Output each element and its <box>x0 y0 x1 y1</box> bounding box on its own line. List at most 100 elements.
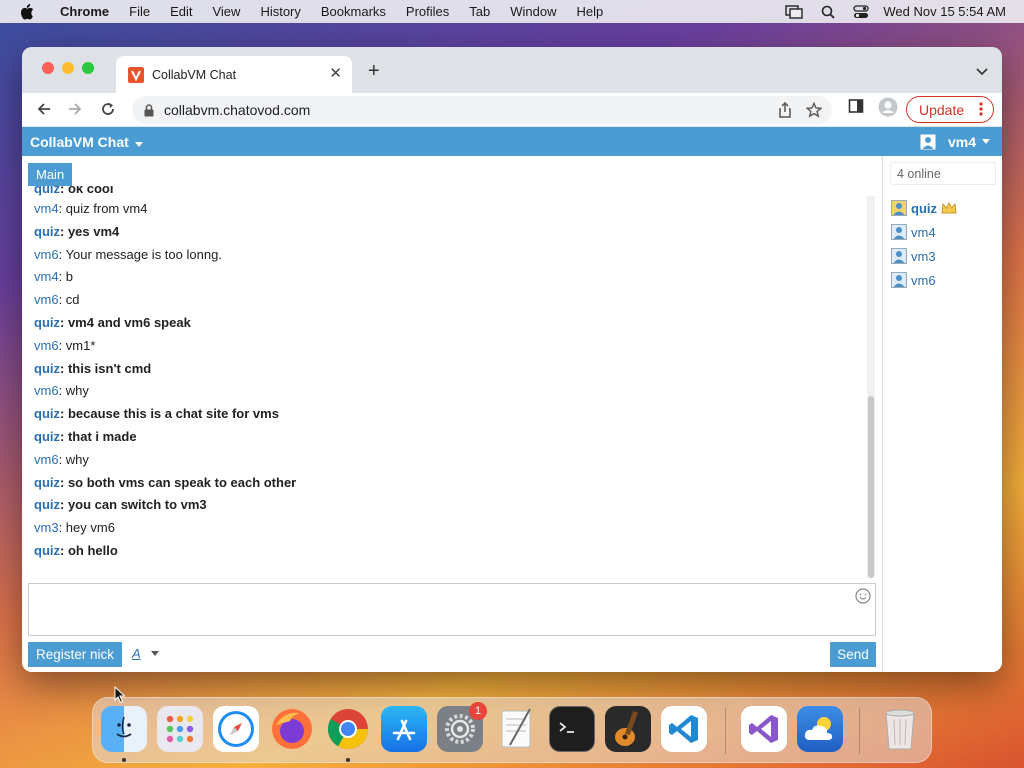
user-menu[interactable]: vm4 <box>920 127 990 156</box>
register-nick-button[interactable]: Register nick <box>28 642 123 667</box>
message-nick[interactable]: vm4 <box>34 201 59 216</box>
user-avatar-icon <box>891 200 907 216</box>
user-list-item[interactable]: vm4 <box>891 220 957 244</box>
send-button[interactable]: Send <box>830 642 876 667</box>
user-list-item[interactable]: vm6 <box>891 268 957 292</box>
message-nick[interactable]: quiz <box>34 475 60 490</box>
message-nick[interactable]: vm3 <box>34 520 59 535</box>
message-nick[interactable]: quiz <box>34 361 60 376</box>
close-window-button[interactable] <box>42 62 54 74</box>
search-icon[interactable] <box>821 5 836 19</box>
message-separator: : <box>58 201 66 216</box>
message-separator: : <box>60 428 68 444</box>
message-nick[interactable]: vm6 <box>34 452 59 467</box>
terminal-icon[interactable] <box>549 706 595 752</box>
user-list-item[interactable]: quiz <box>891 196 957 220</box>
firefox-icon[interactable] <box>269 706 315 752</box>
chat-message: vm6: why <box>34 380 864 403</box>
browser-tab-active[interactable]: CollabVM Chat ✕ <box>116 56 352 93</box>
vscode-icon[interactable] <box>661 706 707 752</box>
control-center-icon[interactable] <box>853 4 870 19</box>
message-nick[interactable]: quiz <box>34 406 60 421</box>
message-separator: : <box>58 520 66 536</box>
message-nick[interactable]: vm6 <box>34 247 59 262</box>
message-nick[interactable]: quiz <box>34 224 60 239</box>
menu-clock[interactable]: Wed Nov 15 5:54 AM <box>883 4 1006 19</box>
message-text: because this is a chat site for vms <box>67 406 279 422</box>
chat-message: quiz: yes vm4 <box>34 221 864 244</box>
message-separator: : <box>60 223 68 239</box>
trash-icon[interactable] <box>877 706 923 752</box>
zoom-window-button[interactable] <box>82 62 94 74</box>
lock-icon[interactable] <box>144 103 154 117</box>
emoji-icon[interactable] <box>855 588 871 604</box>
back-arrow-icon[interactable] <box>36 101 52 120</box>
menu-edit[interactable]: Edit <box>170 4 192 19</box>
message-text: you can switch to vm3 <box>67 497 207 513</box>
tab-strip: CollabVM Chat ✕ + <box>22 47 1002 93</box>
menu-bookmarks[interactable]: Bookmarks <box>321 4 386 19</box>
more-vert-icon[interactable] <box>979 101 983 120</box>
textedit-icon[interactable] <box>493 706 539 752</box>
message-separator: : <box>58 383 66 399</box>
chat-message: quiz: so both vms can speak to each othe… <box>34 472 864 495</box>
profile-avatar-icon[interactable] <box>878 97 898 117</box>
reload-icon[interactable] <box>100 101 116 120</box>
message-text: vm1* <box>65 337 96 353</box>
message-input[interactable] <box>28 583 876 636</box>
message-text: yes vm4 <box>67 223 120 239</box>
launchpad-icon[interactable] <box>157 706 203 752</box>
share-icon[interactable] <box>778 102 792 118</box>
safari-icon[interactable] <box>213 706 259 752</box>
message-nick[interactable]: vm6 <box>34 338 59 353</box>
brand-dropdown[interactable]: CollabVM Chat <box>30 134 143 150</box>
close-tab-icon[interactable]: ✕ <box>329 66 342 81</box>
message-nick[interactable]: quiz <box>34 497 60 512</box>
menu-file[interactable]: File <box>129 4 150 19</box>
tab-search-chevron-icon[interactable] <box>976 64 988 79</box>
message-nick[interactable]: vm6 <box>34 383 59 398</box>
new-tab-icon[interactable]: + <box>368 60 380 83</box>
message-nick[interactable]: vm4 <box>34 269 59 284</box>
text-format-dropdown[interactable]: A <box>132 646 159 661</box>
app-store-icon[interactable] <box>381 706 427 752</box>
apple-icon[interactable] <box>20 3 36 20</box>
menu-help[interactable]: Help <box>577 4 604 19</box>
message-list[interactable]: quiz: ok cool vm4: quiz from vm4 quiz: yes… <box>34 186 864 576</box>
side-panel-icon[interactable] <box>848 98 864 114</box>
message-text: oh hello <box>67 542 118 558</box>
address-bar[interactable]: collabvm.chatovod.com <box>132 96 832 124</box>
garageband-icon[interactable] <box>605 706 651 752</box>
tab-main[interactable]: Main <box>28 163 73 186</box>
chat-message: vm3: hey vm6 <box>34 517 864 540</box>
chrome-icon[interactable] <box>325 706 371 752</box>
message-separator: : <box>58 292 66 308</box>
screen-mirroring-icon[interactable] <box>785 4 804 19</box>
menu-view[interactable]: View <box>212 4 240 19</box>
minimize-window-button[interactable] <box>62 62 74 74</box>
menu-app-name[interactable]: Chrome <box>60 4 109 19</box>
visual-studio-icon[interactable] <box>741 706 787 752</box>
browser-window: CollabVM Chat ✕ + collabvm.chatovod.com <box>22 47 1002 672</box>
weather-icon[interactable] <box>797 706 843 752</box>
system-settings-icon[interactable]: 1 <box>437 702 487 752</box>
finder-icon[interactable] <box>101 706 147 752</box>
message-scrollbar[interactable] <box>867 196 875 578</box>
menu-tab[interactable]: Tab <box>469 4 490 19</box>
message-nick[interactable]: quiz <box>34 429 60 444</box>
message-nick[interactable]: quiz <box>34 315 60 330</box>
forward-arrow-icon[interactable] <box>67 101 83 120</box>
menu-window[interactable]: Window <box>510 4 556 19</box>
update-button[interactable]: Update <box>906 96 994 123</box>
scrollbar-thumb[interactable] <box>868 396 874 578</box>
menu-history[interactable]: History <box>260 4 300 19</box>
message-nick[interactable]: quiz <box>34 543 60 558</box>
update-label: Update <box>919 101 965 118</box>
message-nick[interactable]: quiz <box>34 186 60 196</box>
user-list-item[interactable]: vm3 <box>891 244 957 268</box>
message-separator: : <box>60 542 68 558</box>
message-text: so both vms can speak to each other <box>67 474 297 490</box>
bookmark-star-icon[interactable] <box>806 102 822 118</box>
message-nick[interactable]: vm6 <box>34 292 59 307</box>
menu-profiles[interactable]: Profiles <box>406 4 449 19</box>
